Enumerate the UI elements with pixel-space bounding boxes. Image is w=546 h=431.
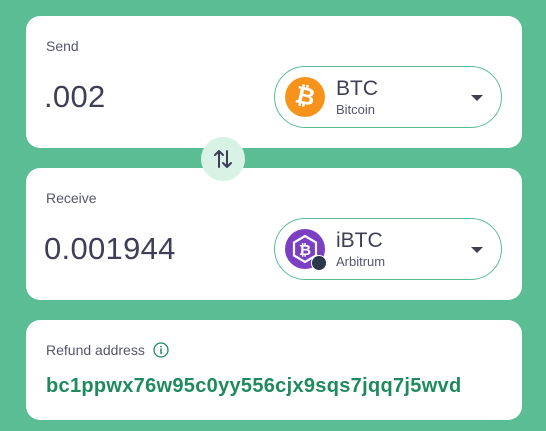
receive-label: Receive xyxy=(46,190,97,206)
ibtc-icon: ₿ xyxy=(285,229,327,271)
receive-amount: 0.001944 xyxy=(44,231,176,266)
receive-token-chain: Arbitrum xyxy=(336,254,386,269)
receive-token-selector[interactable]: ₿ iBTC Arbitrum xyxy=(274,218,502,280)
bitcoin-glyph: ₿ xyxy=(292,81,318,112)
send-label: Send xyxy=(46,38,79,54)
info-icon[interactable] xyxy=(153,342,169,358)
bitcoin-icon: ₿ xyxy=(285,77,325,117)
send-token-selector[interactable]: ₿ BTC Bitcoin xyxy=(274,66,502,128)
svg-text:₿: ₿ xyxy=(299,241,311,259)
arbitrum-badge-icon xyxy=(311,255,327,271)
chevron-down-icon xyxy=(471,95,483,101)
swap-arrows-icon xyxy=(214,150,232,168)
swap-direction-button[interactable] xyxy=(201,137,245,181)
refund-label-text: Refund address xyxy=(46,342,145,358)
chevron-down-icon xyxy=(471,247,483,253)
refund-card: Refund address bc1ppwx76w95c0yy556cjx9sq… xyxy=(26,320,522,420)
send-token-symbol: BTC xyxy=(336,77,378,100)
send-token-chain: Bitcoin xyxy=(336,102,376,117)
refund-label: Refund address xyxy=(46,342,169,358)
send-card: Send .002 ₿ BTC Bitcoin xyxy=(26,16,522,148)
receive-card: Receive 0.001944 ₿ iBTC Arbitrum xyxy=(26,168,522,300)
receive-token-symbol: iBTC xyxy=(336,229,383,252)
refund-address-input[interactable]: bc1ppwx76w95c0yy556cjx9sqs7jqq7j5wvd xyxy=(46,375,502,398)
send-amount-input[interactable]: .002 xyxy=(44,79,106,115)
